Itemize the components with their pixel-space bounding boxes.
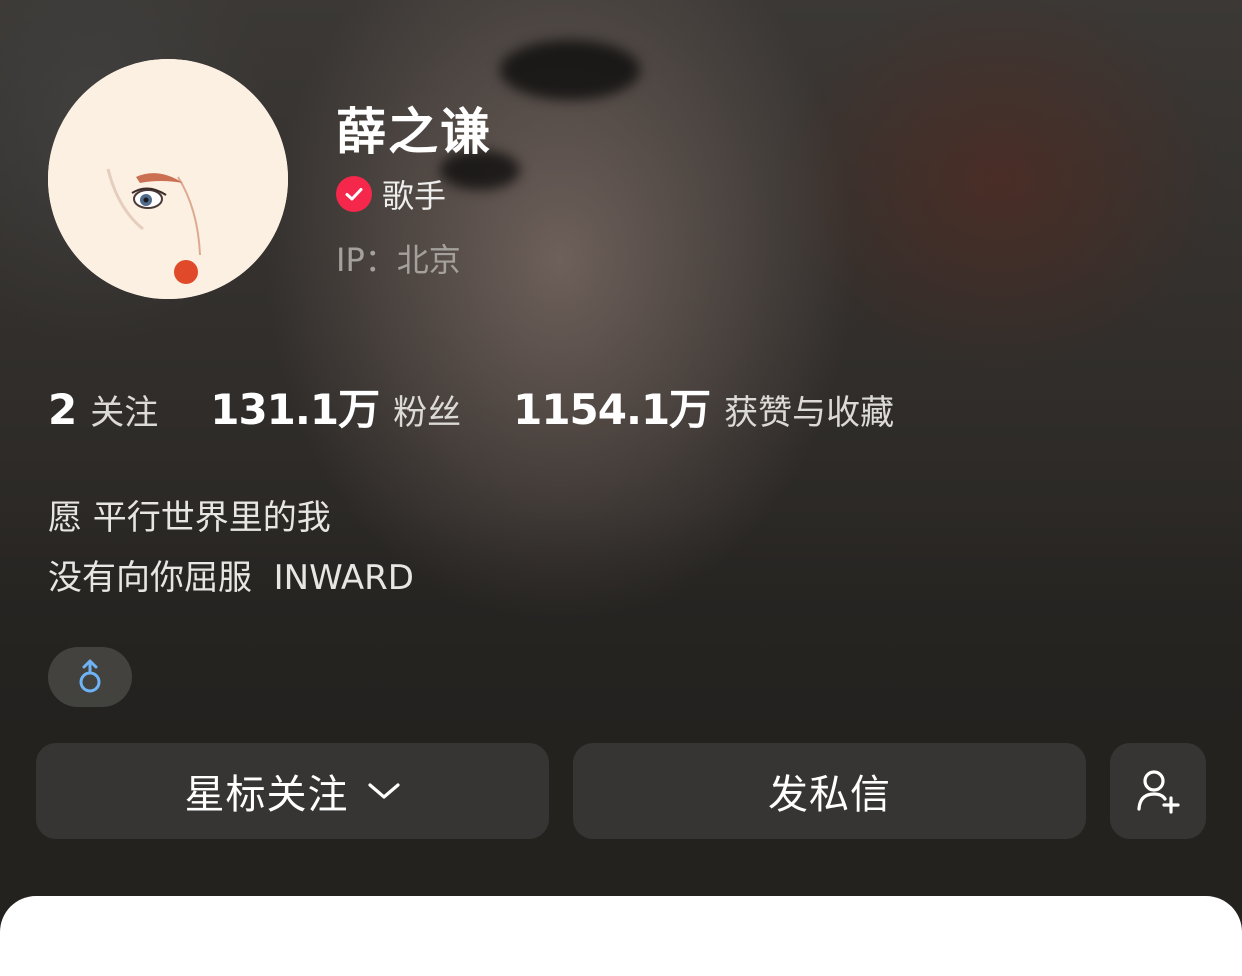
add-friend-button[interactable] xyxy=(1110,743,1206,839)
stat-followers[interactable]: 131.1万 粉丝 xyxy=(210,376,461,437)
gender-tag xyxy=(48,647,132,707)
person-add-icon xyxy=(1137,770,1180,814)
male-symbol-icon xyxy=(79,659,101,693)
chevron-down-icon xyxy=(367,780,401,802)
stat-label: 粉丝 xyxy=(393,393,462,433)
bio-line: 没有向你屈服 INWARD xyxy=(48,558,414,598)
verified-role: 歌手 xyxy=(336,172,446,216)
stat-label: 关注 xyxy=(90,393,159,433)
stat-value: 1154.1万 xyxy=(513,385,711,434)
stat-value: 131.1万 xyxy=(210,385,380,434)
profile-bio: 愿 平行世界里的我 没有向你屈服 INWARD xyxy=(48,488,414,608)
profile-stats: 2 关注 131.1万 粉丝 1154.1万 获赞与收藏 xyxy=(48,376,946,437)
star-follow-button[interactable]: 星标关注 xyxy=(36,743,549,839)
avatar[interactable] xyxy=(48,59,288,299)
stat-value: 2 xyxy=(48,385,77,434)
stat-following[interactable]: 2 关注 xyxy=(48,385,158,434)
role-label: 歌手 xyxy=(382,177,447,215)
stat-likes-collects[interactable]: 1154.1万 获赞与收藏 xyxy=(513,376,894,437)
avatar-illustration xyxy=(48,59,288,299)
ip-location: IP：北京 xyxy=(336,241,461,279)
bio-line: 愿 平行世界里的我 xyxy=(48,498,331,538)
star-follow-label: 星标关注 xyxy=(184,772,349,818)
stat-label: 获赞与收藏 xyxy=(724,393,895,433)
send-message-label: 发私信 xyxy=(768,772,891,818)
send-message-button[interactable]: 发私信 xyxy=(573,743,1086,839)
verified-check-icon xyxy=(336,176,372,212)
profile-name: 薛之谦 xyxy=(336,103,492,161)
content-sheet xyxy=(0,896,1242,976)
